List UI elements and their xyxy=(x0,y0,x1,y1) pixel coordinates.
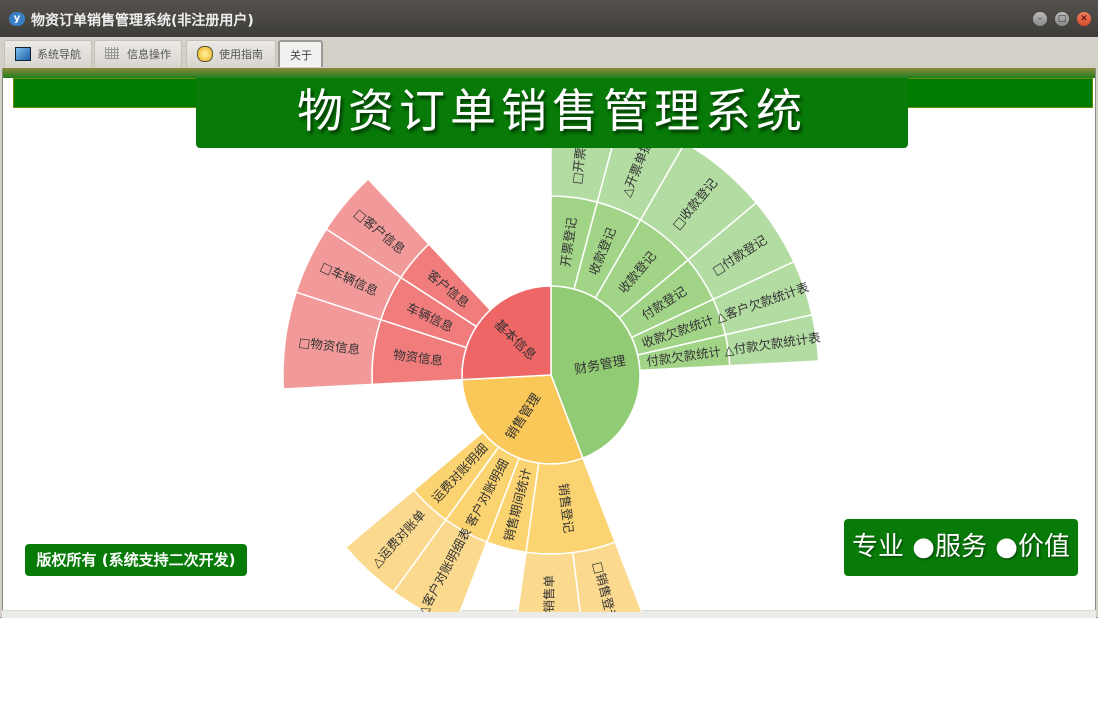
app-logo-icon: y xyxy=(9,12,25,26)
tab-user-guide[interactable]: 使用指南 xyxy=(186,40,276,67)
monitor-icon xyxy=(15,47,31,61)
close-button[interactable]: ✕ xyxy=(1077,12,1091,26)
grid-icon xyxy=(105,47,119,59)
tab-label: 关于 xyxy=(290,49,312,62)
slogan-label: 专业 ●服务 ●价值 xyxy=(844,519,1078,576)
help-icon xyxy=(197,46,213,62)
page-title: 物资订单销售管理系统 xyxy=(196,78,908,148)
main-panel: 物资订单销售管理系统 财务管理 开票登记 □开票登记 收款登记 △开票单据 收款登记 □收款… xyxy=(2,68,1096,612)
minimize-button[interactable]: – xyxy=(1033,12,1047,26)
tab-label: 使用指南 xyxy=(219,48,263,61)
tab-info-ops[interactable]: 信息操作 xyxy=(94,40,182,67)
sunburst-leaf-sector[interactable] xyxy=(571,541,647,612)
tab-system-nav[interactable]: 系统导航 xyxy=(4,40,92,67)
tab-label: 系统导航 xyxy=(37,48,81,61)
maximize-button[interactable]: □ xyxy=(1055,12,1069,26)
sunburst-leaf-sector[interactable] xyxy=(514,551,584,612)
app-window: y 物资订单销售管理系统(非注册用户) – □ ✕ 系统导航 信息操作 使用指南… xyxy=(0,0,1098,618)
title-bar: y 物资订单销售管理系统(非注册用户) – □ ✕ xyxy=(0,0,1098,37)
sunburst-category-sector[interactable] xyxy=(525,457,617,555)
copyright-label: 版权所有 (系统支持二次开发) xyxy=(25,544,247,576)
tab-label: 信息操作 xyxy=(127,48,171,61)
tab-about[interactable]: 关于 xyxy=(278,40,323,67)
tab-bar: 系统导航 信息操作 使用指南 关于 xyxy=(0,37,1098,68)
window-title: 物资订单销售管理系统(非注册用户) xyxy=(31,13,254,29)
